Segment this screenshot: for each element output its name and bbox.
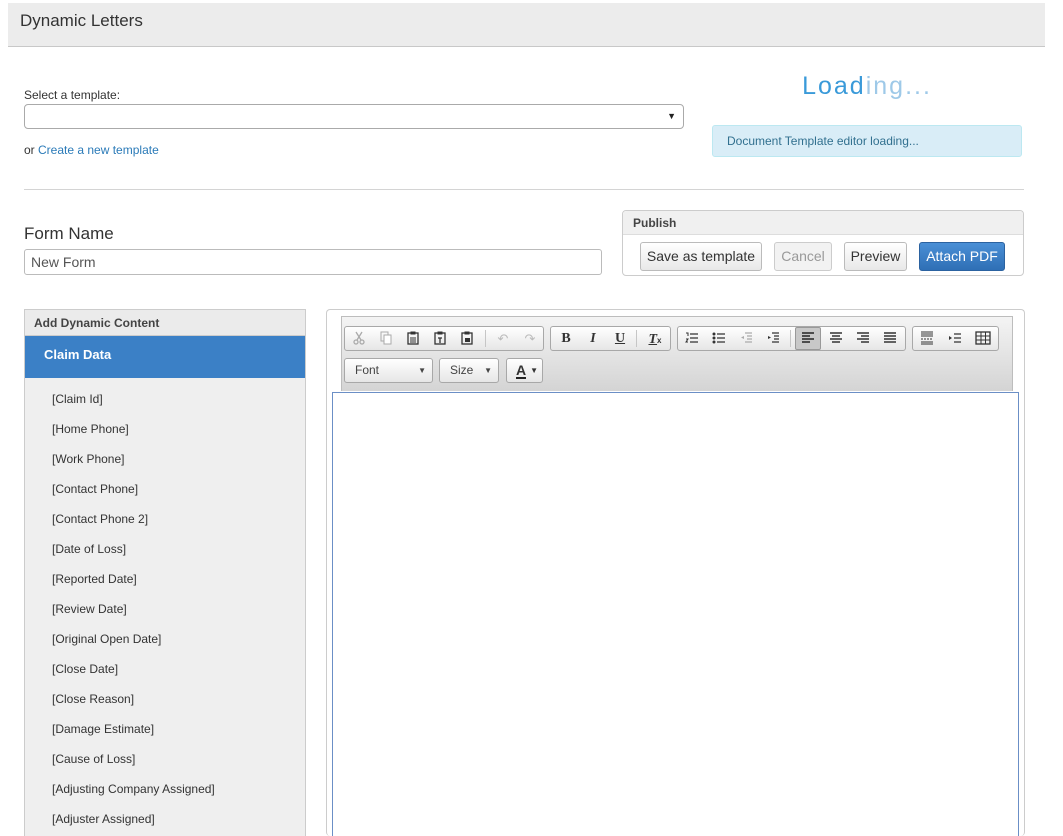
editor-toolbar: ↶ ↷ B I U Tx Font ▼ Size ▼ A ▼ [341,316,1013,391]
align-left-icon[interactable] [795,327,821,350]
align-center-icon[interactable] [823,327,849,350]
cancel-button[interactable]: Cancel [774,242,832,271]
attach-pdf-button[interactable]: Attach PDF [919,242,1005,271]
size-combo: Size ▼ [440,359,498,382]
template-select[interactable]: ▼ [24,104,684,129]
dynamic-field-item[interactable]: [Adjusting Company Assigned] [25,781,305,811]
size-select[interactable]: Size ▼ [439,358,499,383]
paste-text-icon[interactable] [427,327,453,350]
dynamic-content-panel: Add Dynamic Content Claim Data [Claim Id… [24,309,306,836]
redo-icon[interactable]: ↷ [517,327,543,350]
page-break-icon[interactable] [914,327,940,350]
decrease-indent-icon[interactable] [733,327,759,350]
copy-icon[interactable] [373,327,399,350]
bullet-list-icon[interactable] [706,327,732,350]
font-combo: Font ▼ [345,359,432,382]
size-label: Size [450,363,474,377]
paste-icon[interactable] [400,327,426,350]
dynamic-field-item[interactable]: [Original Open Date] [25,631,305,661]
font-select[interactable]: Font ▼ [344,358,433,383]
table-icon[interactable] [970,327,996,350]
title-bar: Dynamic Letters [8,3,1045,47]
loading-alert: Document Template editor loading... [712,125,1022,157]
dynamic-field-item[interactable]: [Contact Phone] [25,481,305,511]
or-text: or [24,143,35,157]
increase-indent-icon[interactable] [760,327,786,350]
dynamic-field-item[interactable]: [Work Phone] [25,451,305,481]
template-select-label: Select a template: [24,88,121,102]
dynamic-field-item[interactable]: [Review Date] [25,601,305,631]
dropdown-arrow-icon: ▼ [667,111,676,121]
publish-panel-title: Publish [623,211,1023,235]
loading-indicator: Loading... [712,72,1022,101]
undo-icon[interactable]: ↶ [490,327,516,350]
publish-panel: Publish Save as template Cancel Preview … [622,210,1024,276]
form-name-input[interactable] [24,249,602,275]
toolbar-separator [790,330,791,347]
dynamic-field-item[interactable]: [Close Reason] [25,691,305,721]
paragraph-group [677,326,906,351]
text-style-group: B I U Tx [550,326,671,351]
dynamic-field-item[interactable]: [Home Phone] [25,421,305,451]
loading-text-dim: ing... [865,72,932,100]
cut-icon[interactable] [346,327,372,350]
divider [24,189,1024,190]
dynamic-field-item[interactable]: [Damage Estimate] [25,721,305,751]
text-color-button[interactable]: A ▼ [506,358,543,383]
dynamic-field-item[interactable]: [Adjuster Assigned] [25,811,305,836]
save-as-template-button[interactable]: Save as template [640,242,762,271]
dynamic-field-item[interactable]: [Close Date] [25,661,305,691]
dynamic-field-item[interactable]: [Reported Date] [25,571,305,601]
caret-down-icon: ▼ [418,366,426,375]
bold-icon[interactable]: B [553,327,579,350]
dynamic-field-item[interactable]: [Date of Loss] [25,541,305,571]
underline-icon[interactable]: U [607,327,633,350]
form-name-label: Form Name [24,224,114,243]
claim-data-section[interactable]: Claim Data [25,336,305,378]
dynamic-field-item[interactable]: [Claim Id] [25,391,305,421]
justify-icon[interactable] [877,327,903,350]
loading-text-main: Load [802,72,866,100]
editor-content-area[interactable] [332,392,1019,836]
align-right-icon[interactable] [850,327,876,350]
clipboard-group: ↶ ↷ [344,326,544,351]
create-template-line: or Create a new template [24,143,159,157]
italic-icon[interactable]: I [580,327,606,350]
dynamic-content-title: Add Dynamic Content [25,310,305,336]
dynamic-field-item[interactable]: [Contact Phone 2] [25,511,305,541]
dynamic-field-list: [Claim Id] [Home Phone] [Work Phone] [Co… [25,378,305,836]
font-label: Font [355,363,380,377]
paste-word-icon[interactable] [454,327,480,350]
caret-down-icon: ▼ [484,366,492,375]
insert-indent-icon[interactable] [942,327,968,350]
preview-button[interactable]: Preview [844,242,907,271]
page-title: Dynamic Letters [20,11,143,30]
toolbar-separator [636,330,637,347]
toolbar-separator [485,330,486,347]
create-template-link[interactable]: Create a new template [38,143,159,157]
caret-down-icon: ▼ [530,366,538,375]
insert-group [912,326,999,351]
remove-format-icon[interactable]: Tx [642,327,668,350]
dynamic-field-item[interactable]: [Cause of Loss] [25,751,305,781]
numbered-list-icon[interactable] [679,327,705,350]
